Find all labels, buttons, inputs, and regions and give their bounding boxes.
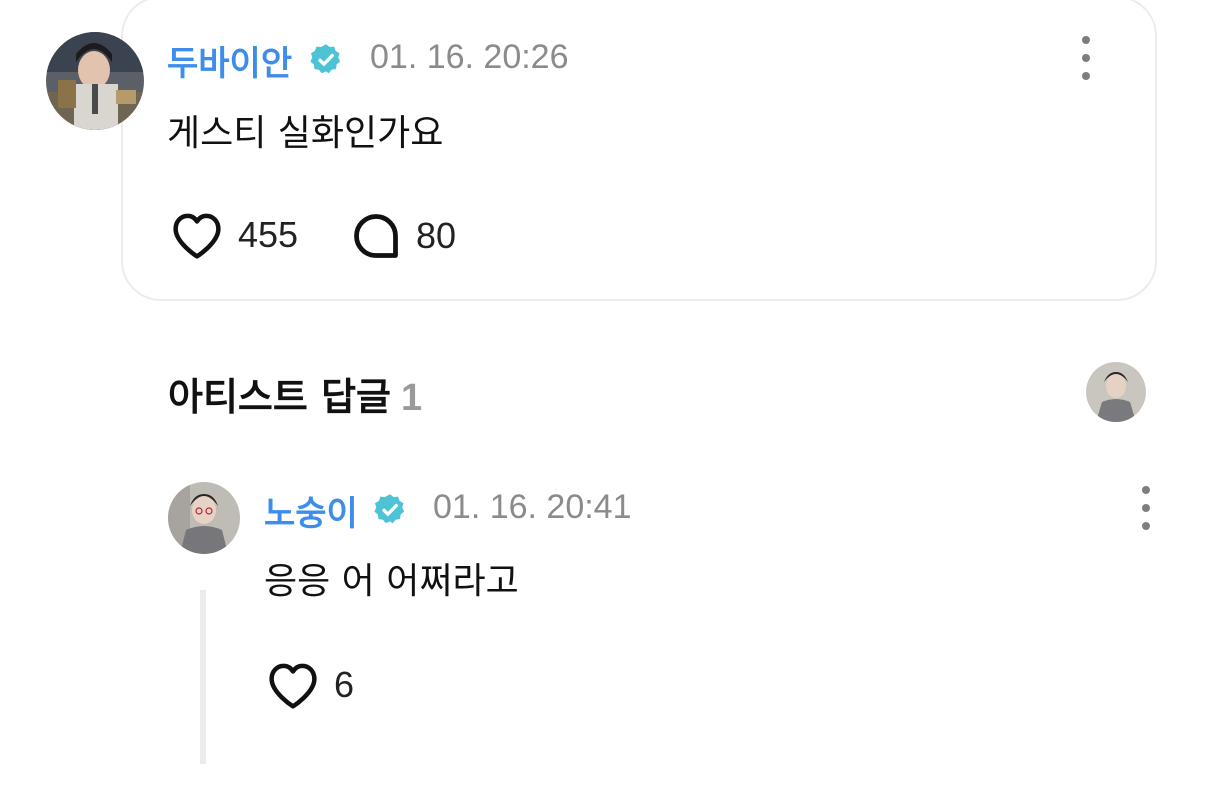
speech-bubble-icon [354, 214, 398, 258]
artist-reply-title-text: 아티스트 답글 [168, 375, 391, 419]
verified-badge-icon [310, 44, 341, 74]
comment-like-button[interactable]: 455 [170, 210, 298, 260]
artist-avatar-small[interactable] [1086, 362, 1146, 422]
comment-timestamp: 01. 16. 20:26 [370, 38, 569, 76]
artist-reply-section-title: 아티스트 답글 1 [168, 366, 422, 421]
more-dot-icon [1142, 486, 1150, 494]
more-dot-icon [1082, 54, 1090, 62]
commenter-username[interactable]: 두바이안 [167, 36, 292, 85]
reply-like-button[interactable]: 6 [266, 660, 354, 710]
artist-avatar[interactable] [168, 482, 240, 554]
more-dot-icon [1142, 504, 1150, 512]
reply-count: 80 [416, 215, 457, 256]
more-dot-icon [1142, 522, 1150, 530]
reply-more-options-button[interactable] [1134, 486, 1158, 530]
verified-badge-icon [374, 494, 405, 524]
comment-text: 게스티 실화인가요 [167, 113, 444, 154]
more-dot-icon [1082, 36, 1090, 44]
reply-like-count: 6 [334, 664, 355, 705]
more-dot-icon [1082, 72, 1090, 80]
heart-icon [173, 213, 221, 259]
commenter-avatar[interactable] [46, 32, 144, 130]
reply-timestamp: 01. 16. 20:41 [433, 488, 632, 526]
artist-reply-count: 1 [401, 377, 423, 419]
heart-icon [269, 663, 317, 709]
comment-more-options-button[interactable] [1074, 36, 1098, 80]
like-count: 455 [238, 214, 299, 255]
comment-reply-button[interactable]: 80 [350, 210, 456, 262]
artist-username[interactable]: 노숭이 [264, 486, 358, 535]
reply-thread-line [200, 590, 206, 764]
reply-text: 응응 어 어쩌라고 [264, 561, 519, 602]
